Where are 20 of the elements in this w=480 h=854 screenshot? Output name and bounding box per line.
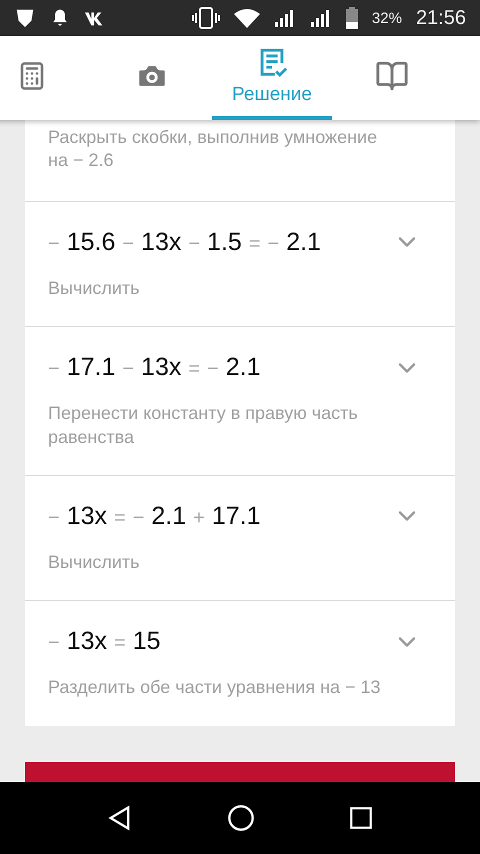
equation: − 17.1 − 13x = − 2.1 bbox=[48, 353, 260, 382]
step-description: Разделить обе части уравнения на − 13 bbox=[48, 676, 382, 700]
book-icon bbox=[375, 59, 409, 93]
step-description: Перенести константу в правую часть равенства bbox=[48, 402, 359, 449]
equation: − 15.6 − 13x − 1.5 = − 2.1 bbox=[48, 228, 321, 257]
clock-time: 21:56 bbox=[416, 6, 466, 30]
signal-icon bbox=[274, 9, 296, 27]
wifi-icon bbox=[234, 8, 260, 28]
step-description: Вычислить bbox=[48, 276, 141, 300]
home-icon[interactable] bbox=[226, 804, 255, 832]
equation: − 13x = 15 bbox=[48, 627, 160, 656]
battery-percentage: 32% bbox=[372, 10, 402, 26]
equation: − 13x = − 2.1 + 17.1 bbox=[48, 502, 260, 531]
recents-icon[interactable] bbox=[348, 805, 374, 831]
shield-icon bbox=[14, 7, 36, 29]
vibrate-icon bbox=[192, 7, 220, 29]
step-description: Раскрыть скобки, выполнив умножение на − 2.6 bbox=[47, 126, 378, 172]
signal-icon bbox=[310, 9, 332, 27]
battery-icon bbox=[346, 7, 358, 29]
step-description: Вычислить bbox=[48, 550, 141, 574]
